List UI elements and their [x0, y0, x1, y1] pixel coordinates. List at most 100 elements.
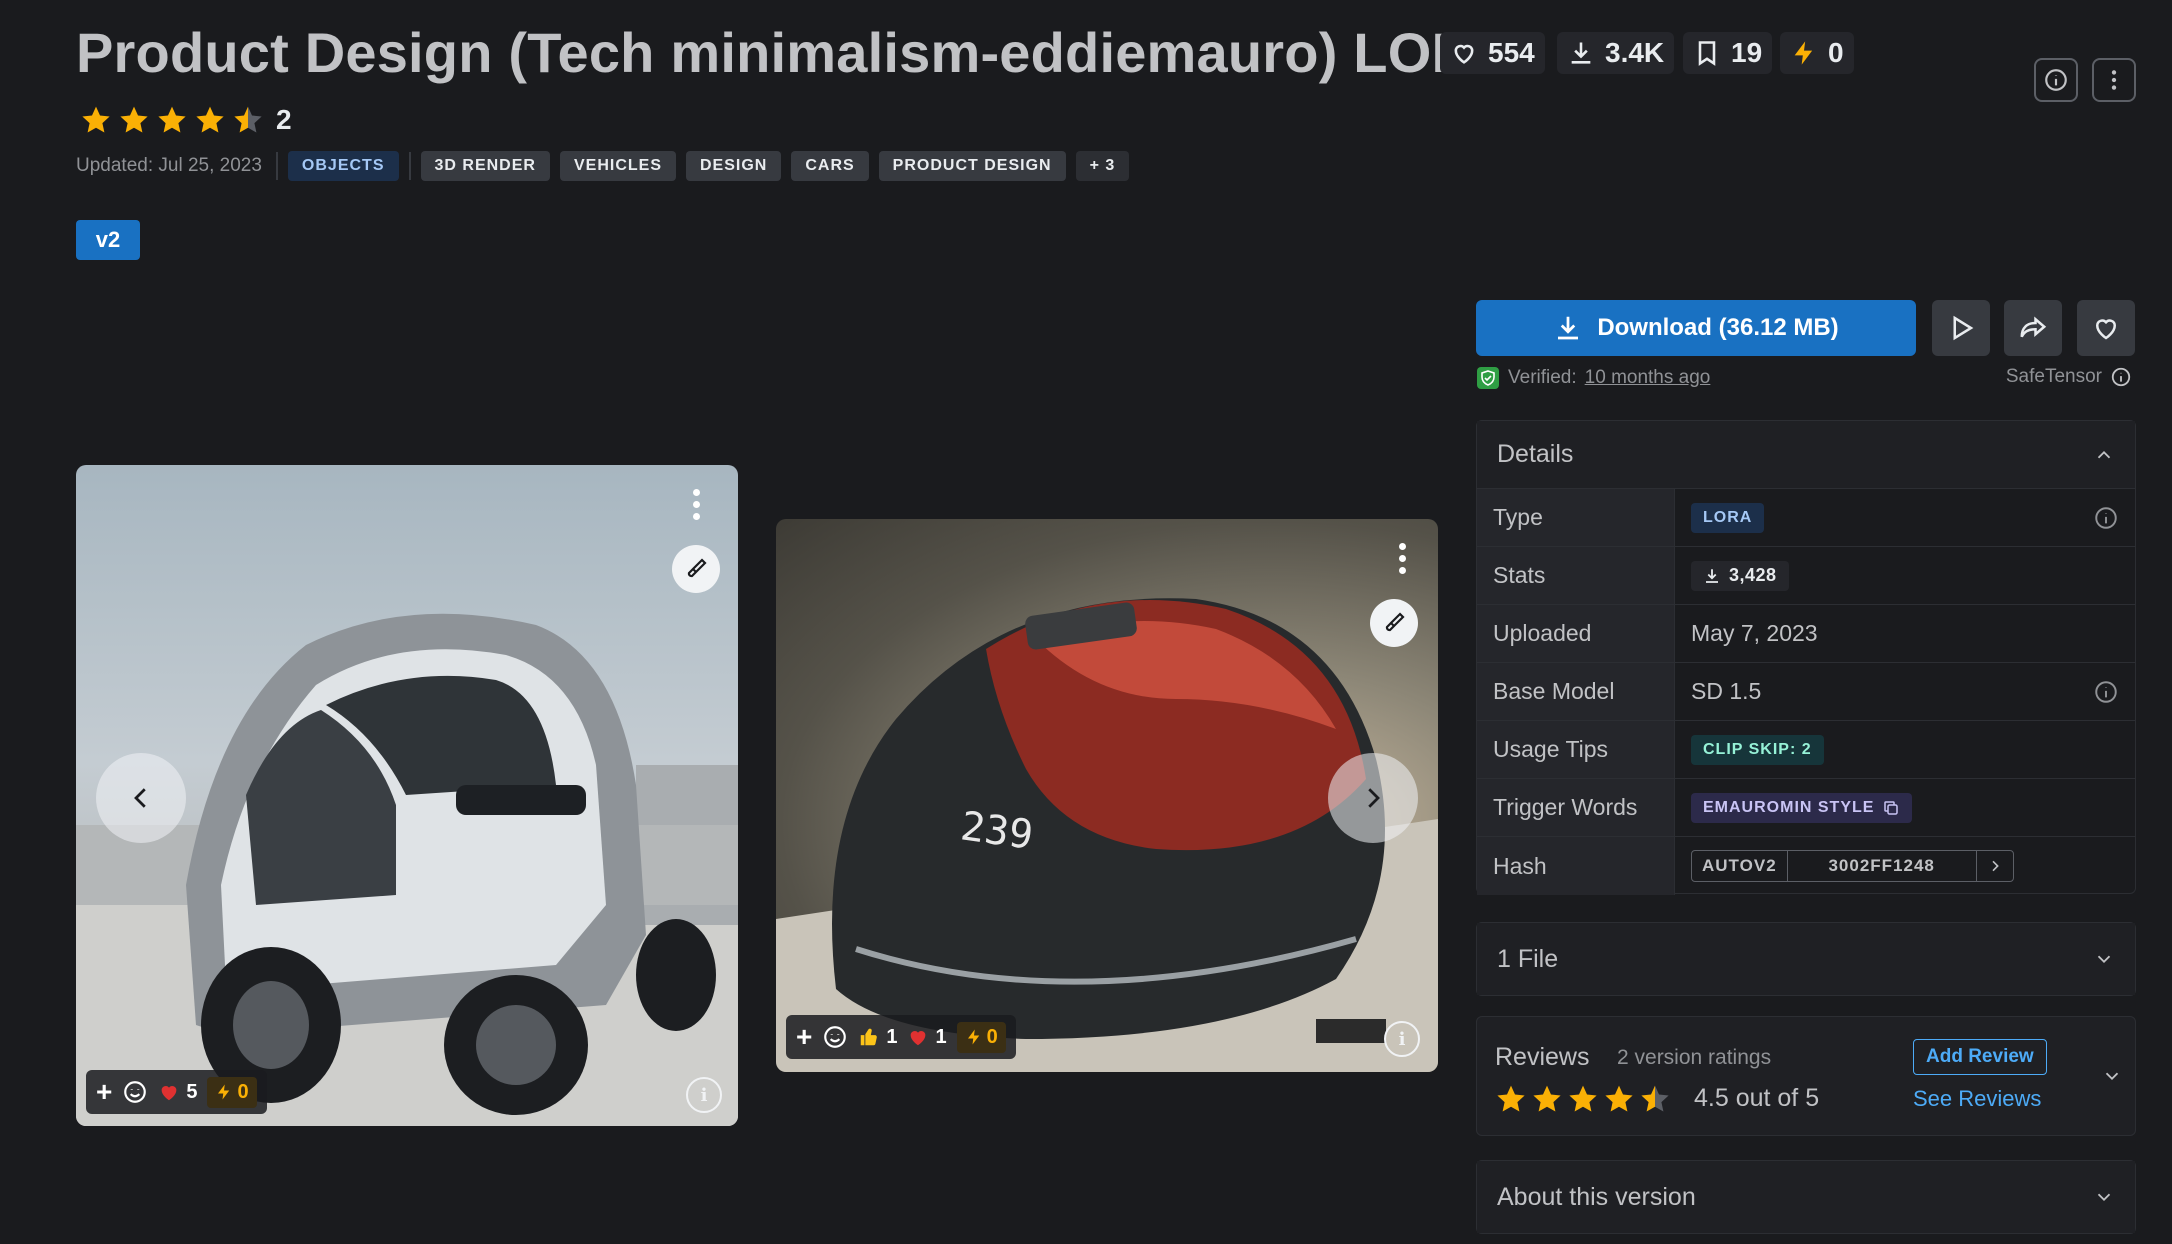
hash-selector[interactable]: AUTOV2 3002FF1248: [1691, 850, 2014, 882]
info-icon[interactable]: [2093, 679, 2119, 705]
updated-date: Updated: Jul 25, 2023: [76, 155, 262, 176]
kebab-icon: [2101, 67, 2127, 93]
reaction-bar: + 5 0: [86, 1070, 267, 1114]
star-icon: [1495, 1083, 1527, 1115]
add-reaction-icon[interactable]: +: [96, 1076, 112, 1108]
image-info-button[interactable]: i: [1384, 1021, 1420, 1057]
base-model-value: SD 1.5: [1691, 678, 1762, 704]
reviews-expand[interactable]: [2101, 1065, 2123, 1087]
like-button[interactable]: [2077, 300, 2135, 356]
reaction-bar: + 1 1 0: [786, 1015, 1016, 1059]
run-button[interactable]: [1932, 300, 1990, 356]
brush-icon: [1382, 611, 1406, 635]
share-icon: [2018, 313, 2048, 343]
tag-design[interactable]: DESIGN: [685, 151, 782, 181]
add-reaction-icon[interactable]: +: [796, 1021, 812, 1053]
detail-row-usage-tips: Usage Tips CLIP SKIP: 2: [1477, 721, 2135, 779]
clip-skip-badge: CLIP SKIP: 2: [1691, 734, 1824, 765]
star-icon: [1603, 1083, 1635, 1115]
heart-reaction[interactable]: 5: [158, 1081, 197, 1104]
download-icon: [1567, 39, 1595, 67]
verified-date-link[interactable]: 10 months ago: [1585, 367, 1711, 389]
file-format: SafeTensor: [2006, 366, 2132, 388]
downloads-stat: 3.4K: [1557, 32, 1675, 74]
remix-button[interactable]: [1370, 599, 1418, 647]
type-badge: LORA: [1691, 502, 1765, 533]
more-tags-button[interactable]: + 3: [1075, 151, 1130, 181]
shield-check-icon: [1476, 366, 1500, 390]
heart-emoji-icon: [158, 1081, 180, 1103]
chevron-down-icon: [2101, 1065, 2123, 1087]
bookmarks-count: 19: [1731, 37, 1763, 68]
detail-row-type: Type LORA: [1477, 489, 2135, 547]
hash-value[interactable]: 3002FF1248: [1786, 851, 1977, 881]
details-header[interactable]: Details: [1477, 421, 2135, 489]
tag-product-design[interactable]: PRODUCT DESIGN: [878, 151, 1066, 181]
copy-icon[interactable]: [1882, 799, 1900, 817]
divider: [408, 152, 411, 180]
image-info-button[interactable]: i: [686, 1077, 722, 1113]
gallery-next-button[interactable]: [1328, 753, 1418, 843]
thumbs-up-count: 1: [886, 1025, 898, 1048]
heart-reaction-count: 5: [186, 1080, 198, 1103]
meta-row: Updated: Jul 25, 2023 OBJECTS 3D RENDER …: [76, 150, 1130, 182]
add-review-button[interactable]: Add Review: [1913, 1039, 2047, 1075]
buzz-tip-count: 0: [237, 1080, 249, 1103]
heart-reaction[interactable]: 1: [907, 1026, 947, 1049]
tag-objects[interactable]: OBJECTS: [287, 151, 399, 181]
reviews-title: Reviews: [1495, 1043, 1590, 1071]
divider: [275, 152, 278, 180]
about-version-accordion[interactable]: About this version: [1476, 1160, 2136, 1234]
download-icon: [1553, 313, 1583, 343]
see-reviews-link[interactable]: See Reviews: [1913, 1086, 2041, 1112]
chevron-left-icon: [126, 783, 156, 813]
version-tab-v2[interactable]: v2: [76, 220, 140, 260]
detail-key: Uploaded: [1477, 605, 1675, 662]
bolt-icon: [1790, 39, 1818, 67]
detail-row-uploaded: Uploaded May 7, 2023: [1477, 605, 2135, 663]
gallery-image-vehicle[interactable]: + 5 0 i: [76, 465, 738, 1126]
files-accordion[interactable]: 1 File: [1476, 922, 2136, 996]
smile-icon[interactable]: [122, 1079, 148, 1105]
heart-emoji-icon: [907, 1026, 929, 1048]
more-menu-button[interactable]: [2092, 58, 2136, 102]
image-menu-button[interactable]: [690, 489, 702, 520]
file-format-label: SafeTensor: [2005, 366, 2102, 387]
buzz-tip[interactable]: 0: [956, 1021, 1006, 1053]
info-icon[interactable]: [2110, 366, 2132, 388]
model-rating[interactable]: 2: [80, 104, 292, 136]
reviews-stars: [1495, 1083, 1671, 1115]
detail-key: Trigger Words: [1477, 779, 1675, 836]
likes-stat[interactable]: 554: [1440, 32, 1545, 74]
reviews-subtitle: 2 version ratings: [1617, 1046, 1772, 1069]
remix-button[interactable]: [672, 545, 720, 593]
tag-cars[interactable]: CARS: [791, 151, 869, 181]
image-menu-button[interactable]: [1396, 543, 1408, 574]
star-icon: [156, 104, 188, 136]
star-icon: [1567, 1083, 1599, 1115]
thumbs-up-icon: [858, 1026, 880, 1048]
gallery-image-device[interactable]: 239 + 1 1 0 i: [776, 519, 1438, 1072]
star-icon: [80, 104, 112, 136]
detail-row-stats: Stats 3,428: [1477, 547, 2135, 605]
tag-vehicles[interactable]: VEHICLES: [559, 151, 676, 181]
info-button[interactable]: [2034, 58, 2078, 102]
download-button[interactable]: Download (36.12 MB): [1476, 300, 1916, 356]
rating-count: 2: [276, 104, 292, 135]
gallery-prev-button[interactable]: [96, 753, 186, 843]
share-button[interactable]: [2004, 300, 2062, 356]
chevron-right-icon[interactable]: [1977, 851, 2013, 881]
info-icon[interactable]: [2093, 505, 2119, 531]
reviews-section: Reviews 2 version ratings 4.5 out of 5 A…: [1476, 1016, 2136, 1136]
tag-3d-render[interactable]: 3D RENDER: [420, 151, 550, 181]
trigger-word-badge[interactable]: EMAUROMIN STYLE: [1691, 792, 1913, 823]
details-heading: Details: [1497, 440, 1574, 468]
hash-type[interactable]: AUTOV2: [1692, 851, 1787, 881]
buzz-tip[interactable]: 0: [207, 1076, 257, 1108]
bookmarks-stat[interactable]: 19: [1683, 32, 1773, 74]
thumbs-up-reaction[interactable]: 1: [858, 1026, 897, 1049]
buzz-stat[interactable]: 0: [1780, 32, 1854, 74]
chevron-up-icon: [2093, 444, 2115, 466]
bookmark-icon: [1693, 39, 1721, 67]
smile-icon[interactable]: [822, 1024, 848, 1050]
